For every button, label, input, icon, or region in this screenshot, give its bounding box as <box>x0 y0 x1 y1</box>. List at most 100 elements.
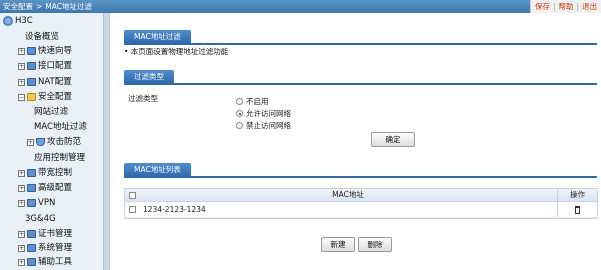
folder-icon <box>27 169 36 177</box>
top-links: 保存 | 帮助 | 退出 <box>529 0 601 13</box>
sidebar-scrollbar[interactable] <box>103 13 109 270</box>
radio-button[interactable] <box>236 122 243 129</box>
folder-icon <box>27 230 36 238</box>
radio-label: 不启用 <box>246 97 269 106</box>
link-divider: | <box>552 2 556 11</box>
table-row: 1234-2123-1234 <box>125 202 597 218</box>
help-link[interactable]: 帮助 <box>558 1 573 12</box>
sidebar-item-vpn[interactable]: + VPN <box>18 196 55 210</box>
sidebar-item-interface-config[interactable]: + 接口配置 <box>18 59 72 73</box>
breadcrumb: 安全配置 > MAC地址过滤 <box>3 1 92 12</box>
radio-button-selected[interactable] <box>236 110 243 117</box>
breadcrumb-separator: > <box>36 2 43 11</box>
section-tab-mac-filter: MAC地址过滤 <box>124 30 191 44</box>
expand-icon[interactable]: + <box>18 199 25 207</box>
section-tab-mac-list: MAC地址列表 <box>124 163 191 177</box>
radio-label: 允许访问网络 <box>246 109 291 118</box>
sidebar-item-label: 接口配置 <box>38 61 73 71</box>
sidebar-root-h3c[interactable]: H3C <box>3 14 33 28</box>
top-bar: 安全配置 > MAC地址过滤 保存 | 帮助 | 退出 <box>0 0 601 13</box>
delete-button[interactable]: 删除 <box>358 237 392 252</box>
radio-button[interactable] <box>236 98 243 105</box>
sidebar-item-label: 证书管理 <box>38 229 73 239</box>
sidebar-item-security-config[interactable]: − 安全配置 <box>18 90 72 104</box>
folder-icon <box>27 78 36 86</box>
sidebar-item-label: 攻击防范 <box>47 137 82 147</box>
folder-icon <box>27 62 36 70</box>
mac-address-cell: 1234-2123-1234 <box>143 205 206 214</box>
shield-icon <box>36 138 45 146</box>
sidebar-item-label: VPN <box>38 198 56 208</box>
row-checkbox[interactable] <box>128 206 136 213</box>
sidebar-nav: H3C 设备概览 + 快速向导 + 接口配置 + NAT配置 − 安全配置 网站… <box>0 13 110 270</box>
radio-label: 禁止访问网络 <box>246 121 291 130</box>
expand-icon[interactable]: + <box>18 47 25 55</box>
sidebar-item-label: 快速向导 <box>38 46 73 56</box>
expand-icon[interactable]: + <box>27 138 34 146</box>
operation-cell <box>557 202 597 217</box>
sidebar-item-label: 安全配置 <box>38 92 73 102</box>
sidebar-item-label: 设备概览 <box>25 32 60 42</box>
sidebar-item-label: 辅助工具 <box>38 257 73 267</box>
section-divider <box>124 43 597 45</box>
filter-type-label: 过滤类型 <box>128 94 158 103</box>
folder-open-icon <box>27 93 36 101</box>
radio-disabled[interactable]: 不启用 <box>236 96 269 107</box>
main-content: MAC地址过滤 • 本页面设置物理地址过滤功能 过滤类型 过滤类型 不启用 允许… <box>118 13 601 270</box>
table-header: MAC地址 操作 <box>125 189 597 202</box>
logout-link[interactable]: 退出 <box>582 1 597 12</box>
section-tab-filter-type: 过滤类型 <box>124 70 174 84</box>
expand-icon[interactable]: + <box>18 169 25 177</box>
sidebar-item-label: 应用控制管理 <box>34 153 86 163</box>
folder-icon <box>27 47 36 55</box>
sidebar-item-tools[interactable]: + 辅助工具 <box>18 255 72 269</box>
sidebar-item-3g4g[interactable]: 3G&4G <box>25 212 56 226</box>
sidebar-item-label: 高级配置 <box>38 183 73 193</box>
breadcrumb-item-security[interactable]: 安全配置 <box>3 2 33 11</box>
expand-icon[interactable]: + <box>18 78 25 86</box>
expand-icon[interactable]: + <box>18 244 25 252</box>
folder-icon <box>27 258 36 266</box>
sidebar-root-label: H3C <box>15 16 33 26</box>
sidebar-item-cert-management[interactable]: + 证书管理 <box>18 227 72 241</box>
expand-icon[interactable]: + <box>18 184 25 192</box>
expand-icon[interactable]: + <box>18 62 25 70</box>
sidebar-item-device-overview[interactable]: 设备概览 <box>25 30 59 44</box>
column-header-operation: 操作 <box>557 189 597 201</box>
radio-allow-access[interactable]: 允许访问网络 <box>236 108 291 119</box>
collapse-icon[interactable]: − <box>18 93 25 101</box>
new-button[interactable]: 新建 <box>321 237 355 252</box>
sidebar-item-app-control[interactable]: 应用控制管理 <box>34 151 85 165</box>
page-description: • 本页面设置物理地址过滤功能 <box>124 47 229 56</box>
sidebar-item-label: 3G&4G <box>25 214 56 224</box>
expand-icon[interactable]: + <box>18 258 25 266</box>
row-checkbox-cell <box>125 202 139 217</box>
confirm-button[interactable]: 确定 <box>371 132 415 147</box>
breadcrumb-item-mac-filter: MAC地址过滤 <box>45 2 93 11</box>
sidebar-item-bandwidth-control[interactable]: + 带宽控制 <box>18 166 72 180</box>
expand-icon[interactable]: + <box>18 230 25 238</box>
folder-icon <box>27 184 36 192</box>
mac-address-table: MAC地址 操作 1234-2123-1234 <box>124 188 598 219</box>
select-all-checkbox[interactable] <box>128 191 136 199</box>
delete-icon[interactable] <box>575 206 580 214</box>
folder-icon <box>27 199 36 207</box>
sidebar-item-label: 网站过滤 <box>34 107 69 117</box>
column-header-mac: MAC地址 <box>332 190 364 199</box>
sidebar-item-quick-wizard[interactable]: + 快速向导 <box>18 44 72 58</box>
radio-deny-access[interactable]: 禁止访问网络 <box>236 120 291 131</box>
sidebar-item-system-management[interactable]: + 系统管理 <box>18 241 72 255</box>
folder-icon <box>27 244 36 252</box>
sidebar-item-attack-defense[interactable]: + 攻击防范 <box>27 135 81 149</box>
header-checkbox-cell <box>125 189 139 201</box>
save-link[interactable]: 保存 <box>535 1 550 12</box>
sidebar-item-label: 带宽控制 <box>38 168 73 178</box>
section-divider <box>124 176 597 178</box>
sidebar-item-website-filter[interactable]: 网站过滤 <box>34 105 68 119</box>
sidebar-item-label: 系统管理 <box>38 243 73 253</box>
sidebar-item-label: MAC地址过滤 <box>34 122 87 132</box>
sidebar-item-advanced-config[interactable]: + 高级配置 <box>18 181 72 195</box>
sidebar-item-mac-filter[interactable]: MAC地址过滤 <box>34 120 87 134</box>
section-divider <box>124 83 597 85</box>
sidebar-item-nat-config[interactable]: + NAT配置 <box>18 75 72 89</box>
